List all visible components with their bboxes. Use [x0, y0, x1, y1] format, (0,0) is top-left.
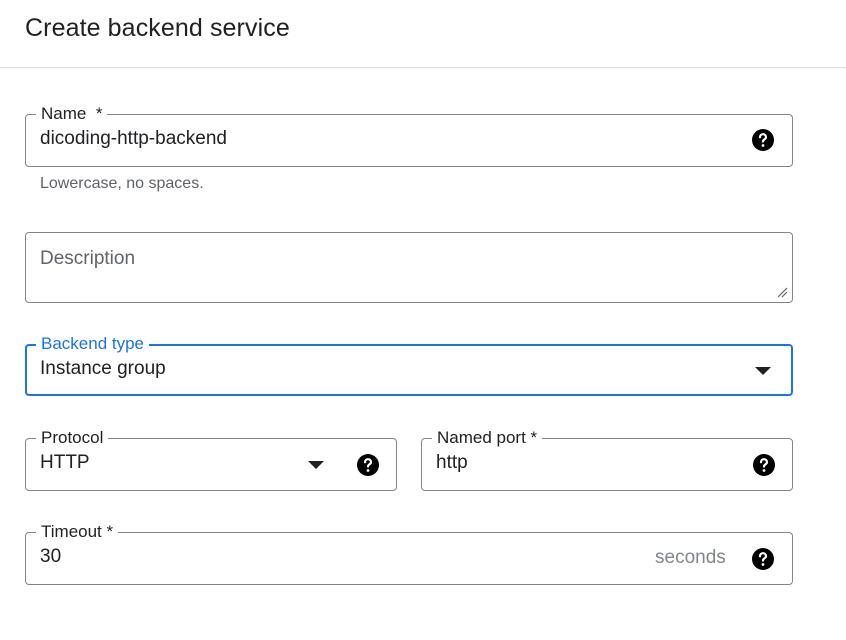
required-mark: *	[95, 104, 103, 123]
help-icon[interactable]	[751, 547, 775, 571]
backend-type-value: Instance group	[40, 358, 166, 379]
name-field[interactable]: Name * dicoding-http-backend	[25, 103, 793, 167]
name-label-text: Name	[41, 104, 87, 123]
help-icon[interactable]	[752, 453, 776, 477]
named-port-field[interactable]: Named port * http	[421, 427, 793, 491]
timeout-field[interactable]: Timeout * 30 seconds	[25, 521, 793, 585]
page-title: Create backend service	[25, 14, 290, 42]
description-field[interactable]: Description	[25, 232, 793, 303]
help-icon[interactable]	[751, 128, 775, 152]
page-header: Create backend service	[0, 0, 846, 68]
dropdown-arrow-icon[interactable]	[755, 367, 771, 375]
named-port-input[interactable]: http	[436, 451, 468, 475]
name-hint: Lowercase, no spaces.	[40, 175, 204, 192]
backend-type-select[interactable]: Backend type Instance group	[25, 333, 793, 396]
name-input[interactable]: dicoding-http-backend	[40, 127, 227, 151]
named-port-label: Named port *	[432, 427, 543, 449]
backend-type-label: Backend type	[36, 333, 150, 355]
name-field-label: Name *	[36, 103, 108, 125]
dropdown-arrow-icon[interactable]	[308, 461, 324, 469]
timeout-suffix: seconds	[655, 547, 726, 568]
timeout-input[interactable]: 30	[40, 545, 61, 569]
protocol-value: HTTP	[40, 452, 90, 473]
help-icon[interactable]	[356, 453, 380, 477]
resize-handle-icon[interactable]	[777, 287, 788, 298]
timeout-label: Timeout *	[36, 521, 119, 543]
protocol-select[interactable]: Protocol HTTP	[25, 427, 397, 491]
description-placeholder: Description	[40, 248, 136, 269]
protocol-label: Protocol	[36, 427, 109, 449]
